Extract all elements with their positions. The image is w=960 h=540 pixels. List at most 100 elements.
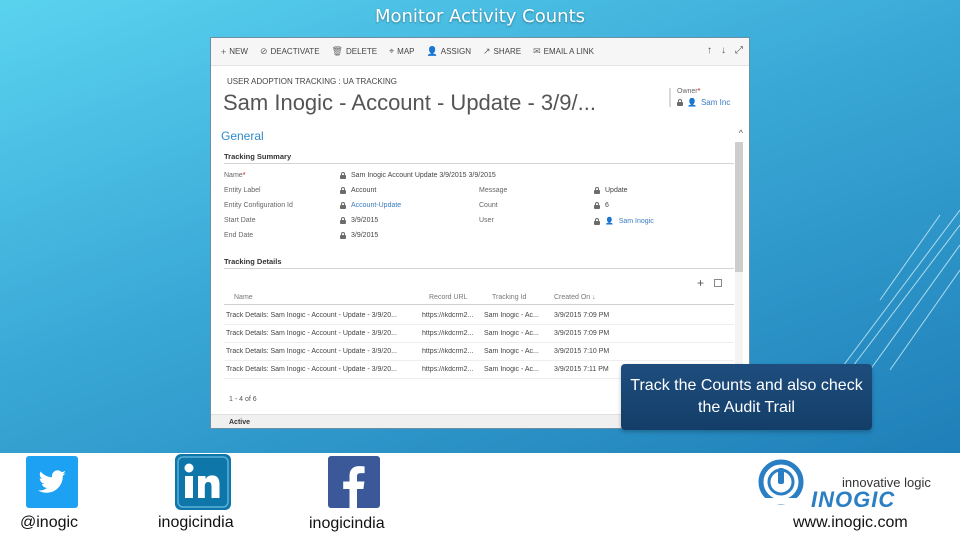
assign-button[interactable]: 👤 ASSIGN: [427, 46, 471, 57]
new-button[interactable]: + NEW: [221, 47, 248, 57]
field-entity-label: Entity Label Account Message Update: [224, 187, 734, 201]
field-end-date: End Date 3/9/2015: [224, 232, 734, 246]
map-icon: ⌖: [389, 46, 395, 56]
grid-paging: 1 - 4 of 6: [229, 396, 257, 403]
name-label: Name: [224, 172, 243, 179]
cell-record-url[interactable]: https://ikdcrm2...: [422, 312, 484, 319]
cell-record-url[interactable]: https://ikdcrm2...: [422, 348, 484, 355]
facebook-handle[interactable]: inogicindia: [309, 515, 385, 533]
lock-icon: [594, 202, 600, 209]
linkedin-handle[interactable]: inogicindia: [158, 514, 234, 532]
linkedin-icon[interactable]: [175, 454, 231, 510]
facebook-icon[interactable]: [328, 456, 380, 508]
lock-icon: [340, 172, 346, 179]
grid-view-icon[interactable]: [714, 279, 723, 287]
user-label: User: [479, 217, 494, 224]
end-date-label: End Date: [224, 232, 254, 239]
delete-button[interactable]: 🗑 DELETE: [332, 46, 378, 57]
cell-name[interactable]: Track Details: Sam Inogic - Account - Up…: [226, 312, 418, 319]
end-date-value[interactable]: 3/9/2015: [351, 232, 378, 239]
cell-created-on: 3/9/2015 7:11 PM: [554, 366, 609, 373]
table-row[interactable]: Track Details: Sam Inogic - Account - Up…: [224, 307, 734, 325]
plus-icon: +: [221, 46, 227, 57]
logo-name: INOGIC: [811, 487, 896, 512]
inogic-logo-icon: [758, 459, 804, 505]
tracking-summary-header: Tracking Summary: [224, 152, 292, 161]
entity-config-label: Entity Configuration Id: [224, 202, 293, 209]
deactivate-button[interactable]: ⊘ DEACTIVATE: [260, 46, 320, 57]
divider: [224, 163, 734, 164]
cell-record-url[interactable]: https://ikdcrm2...: [422, 330, 484, 337]
count-value[interactable]: 6: [605, 202, 609, 209]
divider: [224, 268, 734, 269]
cell-created-on: 3/9/2015 7:09 PM: [554, 312, 610, 319]
arrow-down-icon[interactable]: ↓: [721, 45, 726, 56]
status-label: Active: [229, 419, 251, 426]
email-icon: ✉: [533, 46, 541, 56]
lock-icon: [594, 187, 600, 194]
lock-icon: [594, 217, 600, 225]
column-created-on[interactable]: Created On ↓: [554, 294, 596, 301]
message-value[interactable]: Update: [605, 187, 628, 194]
cell-created-on: 3/9/2015 7:10 PM: [554, 348, 610, 355]
cell-name[interactable]: Track Details: Sam Inogic - Account - Up…: [226, 366, 418, 373]
twitter-icon[interactable]: [26, 456, 78, 508]
cell-tracking-id[interactable]: Sam Inogic - Ac...: [484, 348, 550, 355]
user-icon: 👤: [687, 98, 697, 107]
record-nav: ↑ ↓ ⤢: [707, 45, 743, 56]
table-row[interactable]: Track Details: Sam Inogic - Account - Up…: [224, 343, 734, 361]
cell-record-url[interactable]: https://ikdcrm2...: [422, 366, 484, 373]
share-icon: ↗: [482, 46, 491, 56]
add-record-icon[interactable]: +: [697, 276, 704, 290]
entity-label-label: Entity Label: [224, 187, 261, 194]
user-link[interactable]: Sam Inogic: [619, 218, 654, 225]
message-label: Message: [479, 187, 508, 194]
cell-tracking-id[interactable]: Sam Inogic - Ac...: [484, 312, 550, 319]
required-marker: *: [242, 172, 246, 179]
map-button[interactable]: ⌖ MAP: [389, 46, 414, 57]
entity-label-value[interactable]: Account: [351, 187, 376, 194]
email-link-button[interactable]: ✉ EMAIL A LINK: [533, 46, 594, 57]
arrow-up-icon[interactable]: ↑: [707, 45, 712, 56]
grid-toolbar: +: [697, 276, 723, 290]
column-tracking-id[interactable]: Tracking Id: [492, 294, 526, 301]
field-entity-config: Entity Configuration Id Account-Update C…: [224, 202, 734, 216]
user-icon: 👤: [426, 46, 438, 56]
twitter-handle[interactable]: @inogic: [20, 514, 78, 532]
user-icon: 👤: [605, 218, 614, 225]
cell-name[interactable]: Track Details: Sam Inogic - Account - Up…: [226, 330, 418, 337]
tracking-details-header: Tracking Details: [224, 257, 282, 266]
entity-config-link[interactable]: Account-Update: [351, 202, 401, 209]
owner-field[interactable]: Owner* 👤 Sam Inc: [669, 88, 747, 107]
column-name[interactable]: Name: [234, 294, 253, 301]
name-value[interactable]: Sam Inogic Account Update 3/9/2015 3/9/2…: [351, 172, 496, 179]
count-label: Count: [479, 202, 498, 209]
lock-icon: [340, 217, 346, 224]
share-button[interactable]: ↗ SHARE: [483, 46, 521, 57]
owner-value[interactable]: Sam Inc: [701, 98, 730, 107]
website-link[interactable]: www.inogic.com: [793, 514, 908, 532]
collapse-icon[interactable]: ^: [739, 128, 743, 138]
slide-title: Monitor Activity Counts: [374, 6, 585, 27]
field-start-date: Start Date 3/9/2015 User 👤 Sam Inogic: [224, 217, 734, 231]
lock-icon: [340, 187, 346, 194]
cell-tracking-id[interactable]: Sam Inogic - Ac...: [484, 366, 550, 373]
field-name: Name* Sam Inogic Account Update 3/9/2015…: [224, 172, 734, 186]
breadcrumb: USER ADOPTION TRACKING : UA TRACKING: [227, 77, 397, 86]
table-row[interactable]: Track Details: Sam Inogic - Account - Up…: [224, 325, 734, 343]
callout-box: Track the Counts and also check the Audi…: [621, 364, 872, 430]
expand-icon[interactable]: ⤢: [735, 45, 743, 56]
deactivate-icon: ⊘: [259, 46, 268, 56]
lock-icon: [677, 99, 683, 106]
start-date-value[interactable]: 3/9/2015: [351, 217, 378, 224]
lock-icon: [340, 232, 346, 239]
cell-created-on: 3/9/2015 7:09 PM: [554, 330, 610, 337]
cell-name[interactable]: Track Details: Sam Inogic - Account - Up…: [226, 348, 418, 355]
section-general[interactable]: General: [221, 129, 264, 143]
owner-label: Owner: [677, 88, 698, 95]
trash-icon: 🗑: [331, 46, 343, 56]
scrollbar-thumb[interactable]: [735, 142, 743, 272]
column-record-url[interactable]: Record URL: [429, 294, 468, 301]
cell-tracking-id[interactable]: Sam Inogic - Ac...: [484, 330, 550, 337]
lock-icon: [340, 202, 346, 209]
